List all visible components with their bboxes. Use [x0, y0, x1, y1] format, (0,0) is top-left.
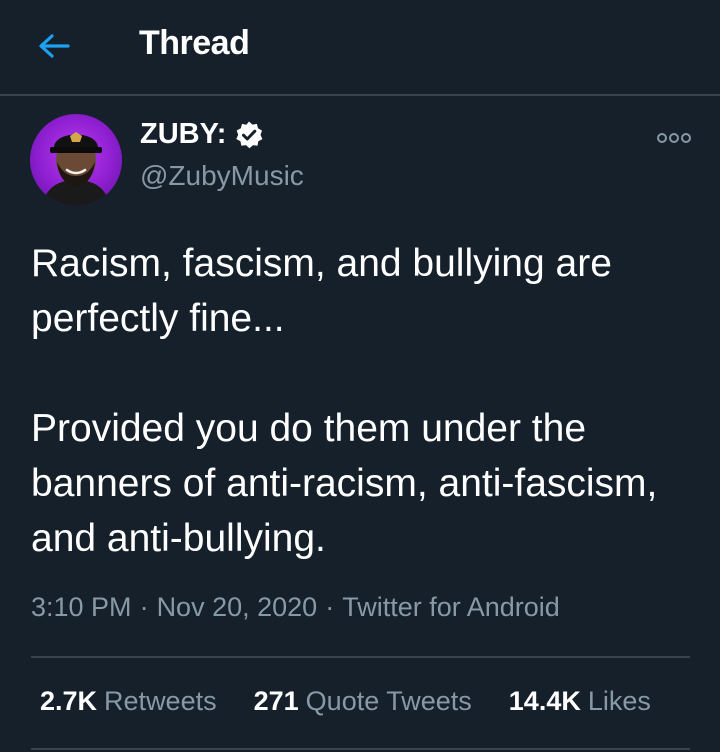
- avatar[interactable]: [30, 114, 122, 206]
- author-name[interactable]: ZUBY:: [140, 118, 264, 151]
- header: Thread: [0, 0, 720, 96]
- tweet-text: Racism, fascism, and bullying are perfec…: [31, 236, 691, 566]
- separator: ·: [325, 592, 335, 622]
- likes-label: Likes: [587, 686, 651, 716]
- divider: [31, 656, 690, 658]
- tweet-date: Nov 20, 2020: [156, 592, 318, 622]
- page-title: Thread: [139, 24, 250, 62]
- more-options-button[interactable]: [654, 126, 694, 150]
- tweet-source-link[interactable]: Twitter for Android: [342, 592, 560, 622]
- retweets-label: Retweets: [104, 686, 217, 716]
- quote-tweets-stat[interactable]: 271 Quote Tweets: [254, 686, 472, 717]
- tweet-time: 3:10 PM: [31, 592, 132, 622]
- verified-badge-icon: [236, 121, 263, 148]
- tweet-paragraph: Racism, fascism, and bullying are perfec…: [31, 242, 612, 340]
- arrow-left-icon: [39, 34, 70, 58]
- separator: ·: [139, 592, 149, 622]
- avatar-image: [42, 132, 110, 206]
- divider: [31, 748, 690, 750]
- author-handle[interactable]: @ZubyMusic: [140, 160, 304, 192]
- more-options-icon: [657, 133, 691, 143]
- retweets-stat[interactable]: 2.7K Retweets: [40, 686, 217, 717]
- tweet-stats: 2.7K Retweets 271 Quote Tweets 14.4K Likes: [40, 686, 651, 717]
- likes-stat[interactable]: 14.4K Likes: [509, 686, 651, 717]
- tweet-metadata: 3:10 PM · Nov 20, 2020 · Twitter for Android: [31, 592, 560, 623]
- quote-tweets-count: 271: [253, 686, 299, 716]
- author-display-name: ZUBY:: [140, 118, 227, 150]
- quote-tweets-label: Quote Tweets: [305, 686, 472, 716]
- back-button[interactable]: [30, 26, 78, 66]
- retweets-count: 2.7K: [40, 686, 98, 716]
- tweet-paragraph: Provided you do them under the banners o…: [31, 407, 658, 560]
- likes-count: 14.4K: [508, 686, 581, 716]
